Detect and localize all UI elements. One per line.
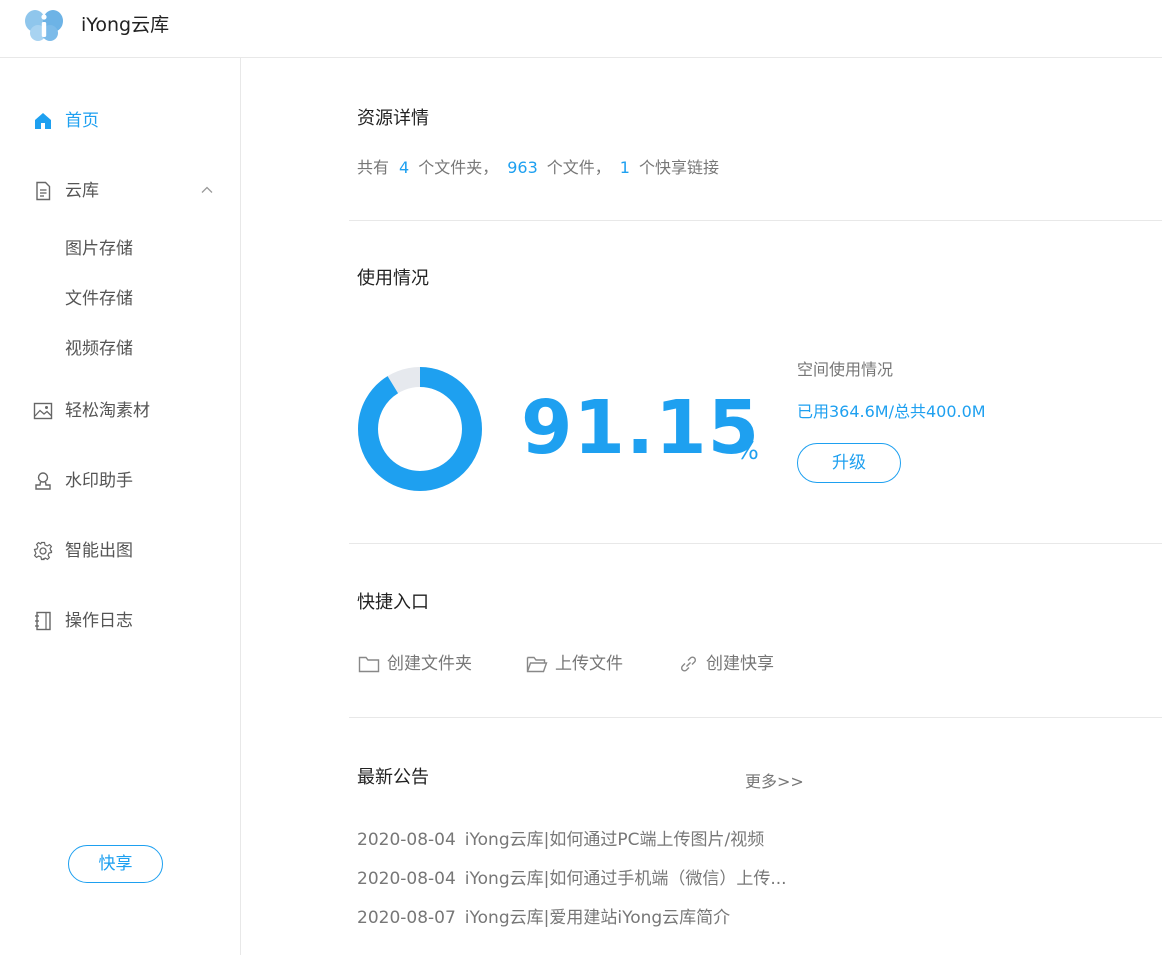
sidebar-subitem-label: 视频存储 — [65, 339, 133, 359]
sidebar-subitem-videos[interactable]: 视频存储 — [0, 331, 240, 367]
create-share-button[interactable]: 创建快享 — [677, 652, 787, 678]
upload-file-label: 上传文件 — [555, 654, 623, 674]
home-icon — [35, 113, 51, 129]
divider — [349, 220, 1162, 221]
sidebar-subitem-images[interactable]: 图片存储 — [0, 231, 240, 267]
sidebar-item-cloud[interactable]: 云库 — [0, 171, 240, 211]
file-count[interactable]: 963 — [507, 158, 538, 177]
link-count[interactable]: 1 — [620, 158, 630, 177]
usage-donut-arc — [358, 367, 482, 491]
notice-item[interactable]: 2020-08-04 iYong云库|如何通过PC端上传图片/视频 — [357, 828, 764, 852]
folder-count[interactable]: 4 — [399, 158, 409, 177]
usage-donut-chart — [358, 367, 482, 491]
space-usage-text: 已用364.6M/总共400.0M — [797, 402, 986, 421]
app-title: iYong云库 — [81, 14, 170, 36]
sidebar-item-label: 云库 — [65, 181, 99, 201]
gear-icon — [33, 541, 53, 561]
create-share-label: 创建快享 — [706, 654, 774, 674]
sidebar-item-logs[interactable]: 操作日志 — [0, 601, 240, 641]
sidebar: 首页 云库 图片存储 文件存储 视频存储 轻松淘素材 水印助手 智能出图 操作日… — [0, 58, 241, 955]
image-icon — [33, 402, 53, 420]
notice-text: iYong云库|爱用建站iYong云库简介 — [464, 908, 731, 928]
sidebar-item-label: 水印助手 — [65, 471, 133, 491]
usage-title: 使用情况 — [357, 268, 429, 289]
share-button[interactable]: 快享 — [68, 845, 163, 883]
create-folder-label: 创建文件夹 — [387, 654, 472, 674]
notice-date: 2020-08-07 — [357, 908, 456, 928]
sidebar-item-materials[interactable]: 轻松淘素材 — [0, 391, 240, 431]
sidebar-subitem-label: 图片存储 — [65, 239, 133, 259]
usage-percent: 91.15 — [521, 385, 761, 471]
folder-open-icon — [526, 656, 548, 673]
more-notices-link[interactable]: 更多>> — [745, 770, 804, 794]
resources-title: 资源详情 — [357, 108, 429, 129]
resource-stats: 共有 4 个文件夹， 963 个文件， 1 个快享链接 — [357, 156, 719, 180]
sidebar-item-smart-image[interactable]: 智能出图 — [0, 531, 240, 571]
top-bar: iYong云库 — [0, 0, 1162, 58]
chevron-up-icon[interactable] — [200, 183, 214, 197]
sidebar-item-watermark[interactable]: 水印助手 — [0, 461, 240, 501]
stats-prefix: 共有 — [357, 158, 390, 177]
file-count-suffix: 个文件， — [546, 158, 611, 177]
sidebar-item-label: 操作日志 — [65, 611, 133, 631]
quick-entry-title: 快捷入口 — [357, 592, 429, 613]
sidebar-item-label: 轻松淘素材 — [65, 401, 150, 421]
folder-count-suffix: 个文件夹， — [418, 158, 499, 177]
sidebar-item-label: 首页 — [65, 111, 99, 131]
notice-item[interactable]: 2020-08-07 iYong云库|爱用建站iYong云库简介 — [357, 906, 730, 930]
sidebar-item-home[interactable]: 首页 — [0, 101, 240, 141]
notice-text: iYong云库|如何通过PC端上传图片/视频 — [464, 830, 765, 850]
notice-item[interactable]: 2020-08-04 iYong云库|如何通过手机端（微信）上传... — [357, 867, 787, 891]
upload-file-button[interactable]: 上传文件 — [526, 652, 636, 678]
notice-text: iYong云库|如何通过手机端（微信）上传... — [464, 869, 787, 889]
percent-sign: % — [736, 437, 759, 465]
notice-date: 2020-08-04 — [357, 869, 456, 889]
divider — [349, 543, 1162, 544]
logo-icon — [25, 10, 63, 41]
create-folder-button[interactable]: 创建文件夹 — [358, 652, 478, 678]
upgrade-button[interactable]: 升级 — [797, 443, 901, 483]
document-icon — [36, 181, 51, 201]
link-icon — [680, 656, 697, 672]
main-content: 资源详情 共有 4 个文件夹， 963 个文件， 1 个快享链接 使用情况 91.15 % … — [241, 58, 1162, 955]
stamp-icon — [35, 472, 51, 490]
sidebar-subitem-files[interactable]: 文件存储 — [0, 281, 240, 317]
divider — [349, 717, 1162, 718]
notice-date: 2020-08-04 — [357, 830, 456, 850]
notebook-icon — [35, 611, 51, 631]
sidebar-subitem-label: 文件存储 — [65, 289, 133, 309]
link-count-suffix: 个快享链接 — [638, 158, 719, 177]
space-usage-title: 空间使用情况 — [797, 360, 894, 379]
sidebar-item-label: 智能出图 — [65, 541, 133, 561]
folder-icon — [358, 656, 380, 673]
notices-title: 最新公告 — [357, 767, 429, 788]
